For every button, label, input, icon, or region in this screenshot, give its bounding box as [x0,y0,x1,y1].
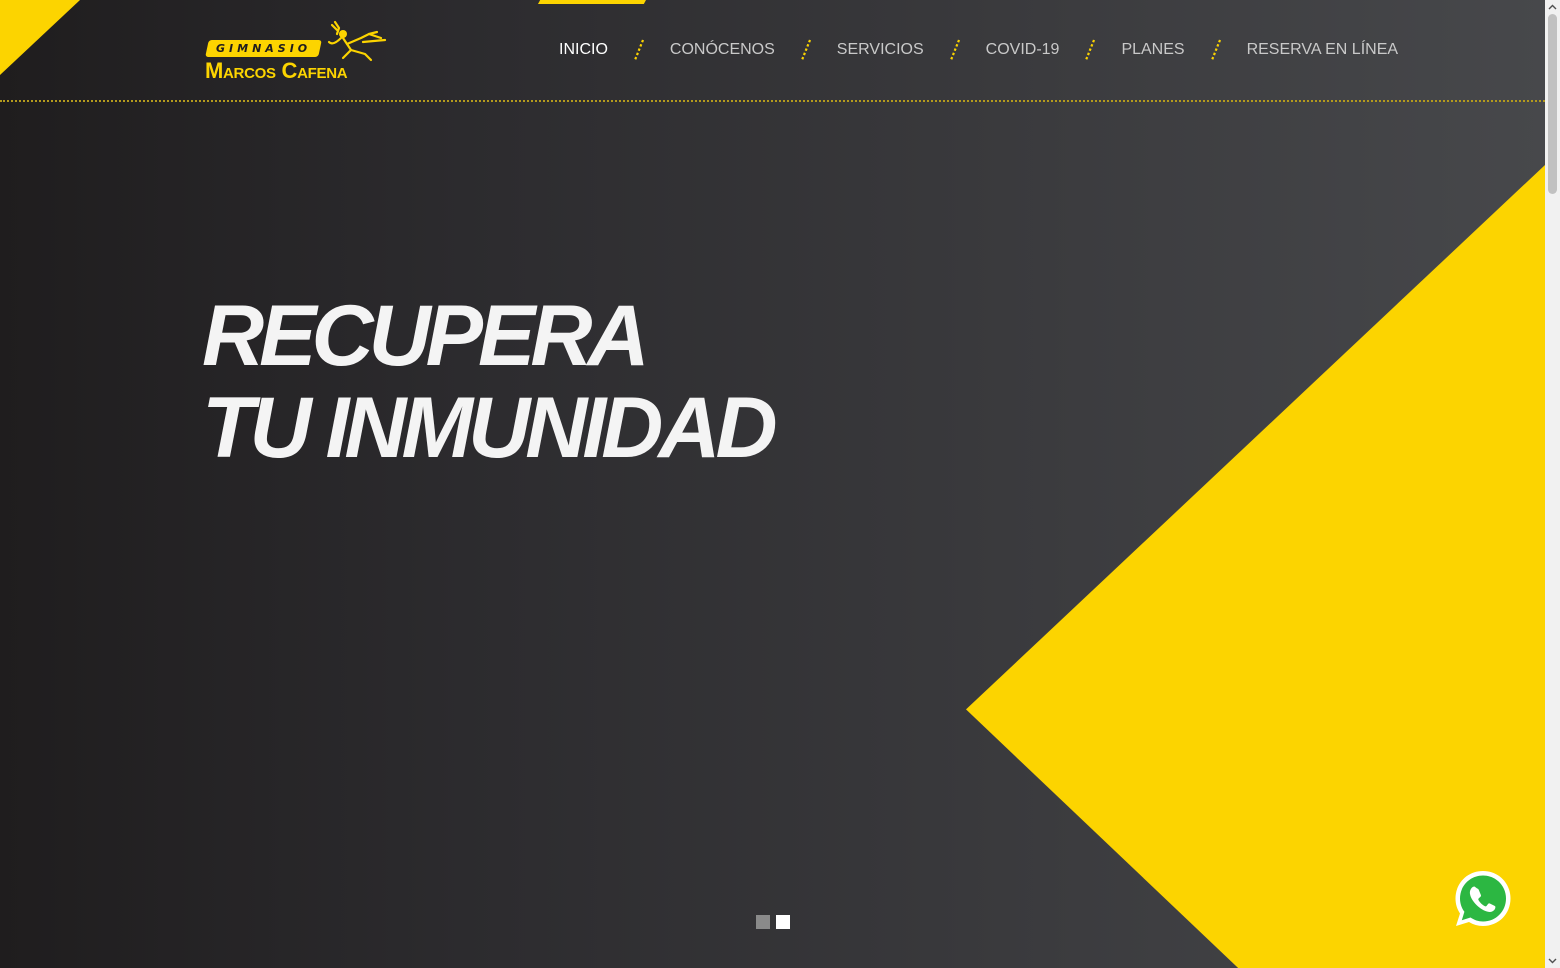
slider-dot-2[interactable] [776,915,790,929]
whatsapp-icon [1455,871,1511,926]
site-logo[interactable]: GIMNASIO Marcos Cafena [205,20,390,84]
scrollbar[interactable] [1545,0,1560,968]
nav-separator-icon [1199,0,1233,100]
slider-dot-1[interactable] [756,915,770,929]
nav-separator-icon [789,0,823,100]
nav-item-planes[interactable]: PLANES [1107,0,1198,100]
nav-item-inicio[interactable]: INICIO [538,0,646,100]
scroll-down-arrow-icon[interactable] [1548,956,1557,965]
runner-logo-icon [327,20,387,62]
site-header: GIMNASIO Marcos Cafena INICIO CONÓCENOS … [0,0,1545,102]
nav-item-conocenos[interactable]: CONÓCENOS [656,0,789,100]
nav-item-reserva-en-linea[interactable]: RESERVA EN LÍNEA [1233,0,1412,100]
active-nav-indicator [538,0,646,4]
nav-item-label: COVID-19 [985,41,1060,58]
nav-item-label: RESERVA EN LÍNEA [1246,41,1399,58]
hero-yellow-shape [966,165,1545,968]
hero-headline: RECUPERA TU INMUNIDAD [202,288,778,476]
hero-headline-line-2: TU INMUNIDAD [202,380,778,476]
nav-item-label: CONÓCENOS [669,41,775,58]
nav-item-label: INICIO [559,41,608,58]
slider-pagination [756,915,790,929]
scrollbar-thumb[interactable] [1548,14,1557,194]
nav-separator-icon [938,0,972,100]
logo-name: Marcos Cafena [205,58,348,83]
main-nav: INICIO CONÓCENOS SERVICIOS COVID-19 PLAN… [538,0,1412,100]
logo-badge-text: GIMNASIO [215,42,312,55]
scroll-up-arrow-icon[interactable] [1548,3,1557,12]
logo-badge: GIMNASIO [205,40,322,57]
nav-item-label: SERVICIOS [836,41,924,58]
hero-headline-line-1: RECUPERA [202,288,650,384]
page: GIMNASIO Marcos Cafena INICIO CONÓCENOS … [0,0,1545,968]
nav-item-label: PLANES [1121,41,1185,58]
nav-item-covid-19[interactable]: COVID-19 [972,0,1074,100]
nav-item-servicios[interactable]: SERVICIOS [823,0,938,100]
nav-separator-icon [622,0,656,100]
header-divider [0,100,1545,102]
nav-separator-icon [1073,0,1107,100]
whatsapp-button[interactable] [1452,868,1514,930]
